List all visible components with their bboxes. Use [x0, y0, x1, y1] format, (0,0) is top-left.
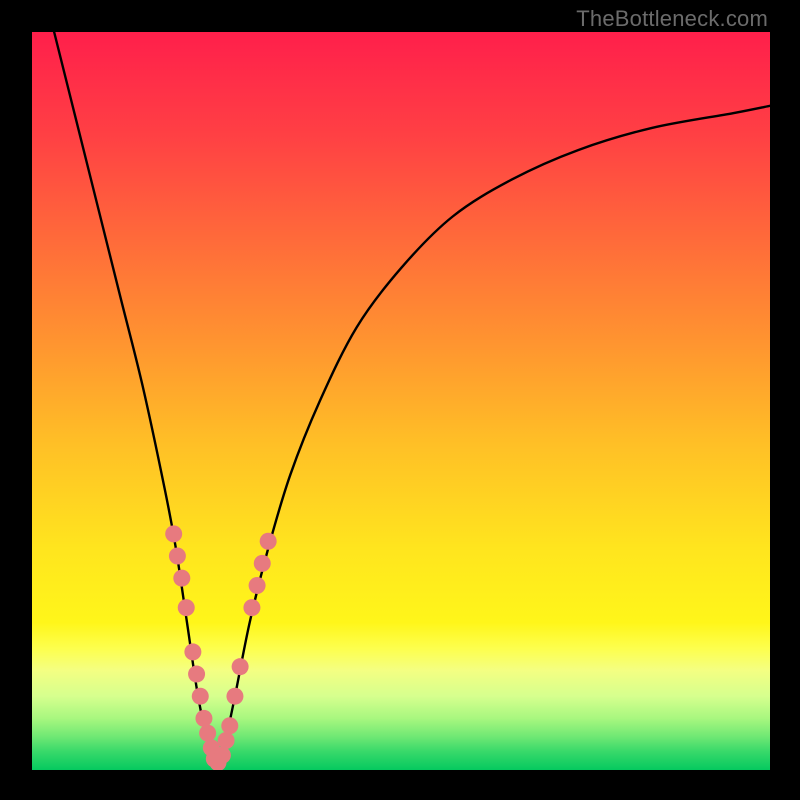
highlight-dot [243, 599, 260, 616]
highlight-dot [184, 643, 201, 660]
highlight-dot [195, 710, 212, 727]
highlight-dot [178, 599, 195, 616]
highlight-dot [232, 658, 249, 675]
highlight-dot [260, 533, 277, 550]
highlight-dot [188, 666, 205, 683]
highlight-dot [192, 688, 209, 705]
highlight-dot [169, 547, 186, 564]
highlight-dot [165, 525, 182, 542]
highlight-dots [165, 525, 276, 770]
highlight-dot [199, 725, 216, 742]
highlight-dot [218, 732, 235, 749]
highlight-dot [249, 577, 266, 594]
highlight-dot [254, 555, 271, 572]
highlight-dot [173, 570, 190, 587]
highlight-dot [226, 688, 243, 705]
highlight-dot [214, 747, 231, 764]
bottleneck-curve [54, 32, 770, 770]
plot-area [32, 32, 770, 770]
highlight-dot [221, 717, 238, 734]
watermark-text: TheBottleneck.com [576, 6, 768, 32]
curve-layer [32, 32, 770, 770]
chart-frame: TheBottleneck.com [0, 0, 800, 800]
